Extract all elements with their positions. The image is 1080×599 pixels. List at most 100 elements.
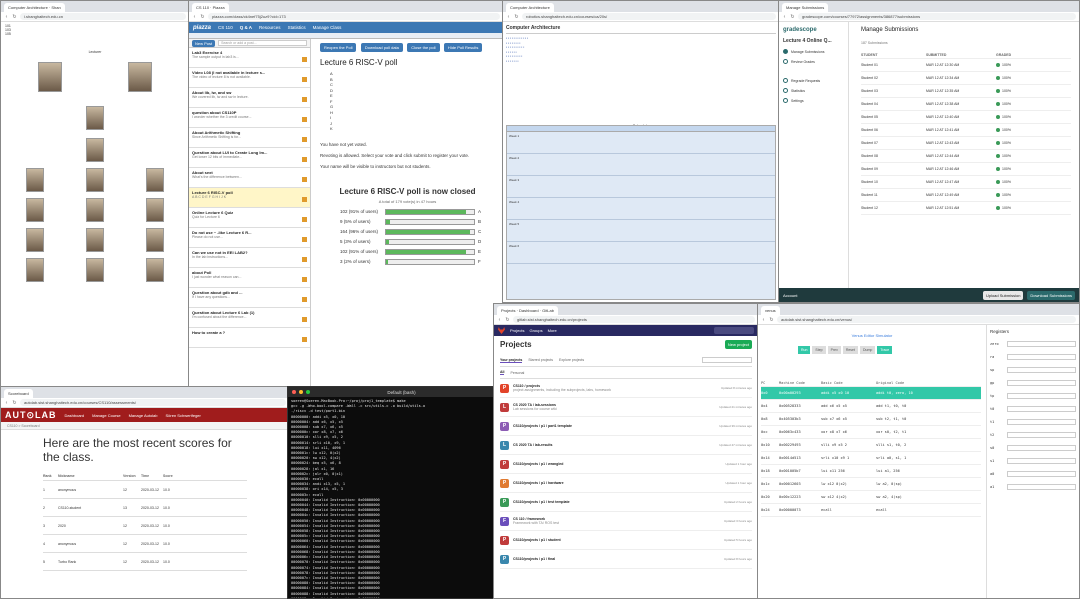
register-value-input[interactable] [1007,353,1076,360]
autolab-logo[interactable]: AUT⊙LAB [5,410,57,421]
register-value-input[interactable] [1007,379,1076,386]
url-field[interactable]: robotics.shanghaitech.edu.cn/courses/ca/… [522,13,776,20]
tab-all[interactable]: All [500,370,505,375]
venus-nav[interactable]: Venus Editor Simulator [758,325,986,338]
project-row[interactable]: P CS110 / projects project assignments, in… [500,379,752,398]
register-value-input[interactable] [1007,470,1076,477]
browser-tab[interactable]: Computer Architecture · Shan [4,3,65,12]
hide-results-button[interactable]: Hide Poll Results [443,43,483,52]
project-row[interactable]: P CS110/projects / p1 / hardware Updated 1… [500,474,752,493]
upload-submission-button[interactable]: Upload Submission [982,290,1024,300]
table-row[interactable]: Student 02 MAR 12 AT 12:34 AM 100% [861,72,1071,85]
post-item[interactable]: Do not use ~ -like Lecture 6 R... Please … [189,228,310,248]
browser-tab[interactable]: Manage Submissions [782,3,829,12]
project-name[interactable]: CS110/projects / p1 / part1 template [513,424,572,428]
student-name[interactable]: Student 03 [861,89,926,93]
url-field[interactable]: i.shanghaitech.edu.cn [20,13,186,20]
post-item[interactable]: Video L08 (I not available in lecture s.… [189,68,310,88]
new-post-button[interactable]: New Post [192,39,216,47]
instruction-row[interactable]: 0x8 0x405303b3 sub x7 x6 x5 sub t2, t1, t0 [761,413,981,426]
post-item[interactable]: How to create a ? [189,328,310,348]
nav-qa[interactable]: Q & A [240,25,252,30]
search-input[interactable] [714,327,754,334]
maximize-icon[interactable] [306,390,310,394]
back-icon[interactable]: ‹ [4,400,9,406]
table-row[interactable]: Student 04 MAR 12 AT 12:38 AM 100% [861,98,1071,111]
project-name[interactable]: CS110/projects / p1 / final [513,557,555,561]
post-item[interactable]: About lib, lw, and sw We covered lib, lw … [189,88,310,108]
student-name[interactable]: Student 11 [861,193,926,197]
project-row[interactable]: P CS110/projects / p1 / wrangled Updated 1… [500,455,752,474]
register-value-input[interactable] [1007,392,1076,399]
back-icon[interactable]: ‹ [192,14,197,20]
post-item[interactable]: Lab3 Exercise 4 The sample output in lab3… [189,48,310,68]
nav-resources[interactable]: Resources [259,25,281,30]
table-row[interactable]: Student 09 MAR 12 AT 12:46 AM 100% [861,163,1071,176]
table-row[interactable]: Student 08 MAR 12 AT 12:44 AM 100% [861,150,1071,163]
tab-starred-projects[interactable]: Starred projects [528,358,553,362]
browser-tab[interactable]: venus [761,306,780,315]
browser-tab[interactable]: Projects · Dashboard · GitLab [497,306,558,315]
student-name[interactable]: Student 08 [861,154,926,158]
url-field[interactable]: gitlab.sist.shanghaitech.edu.cn/projects [513,316,755,323]
post-item[interactable]: about Poll I just wonder what reason can.… [189,268,310,288]
table-row[interactable]: Student 10 MAR 12 AT 12:47 AM 100% [861,176,1071,189]
post-item[interactable]: Lecture 6 RISC-V poll A B C D E F G H I J… [189,188,310,208]
instruction-row[interactable]: 0x18 0x001005b7 lui x11 256 lui a1, 256 [761,465,981,478]
table-row[interactable]: Student 07 MAR 12 AT 12:43 AM 100% [861,137,1071,150]
nav-review-grades[interactable]: Review Grades [783,59,844,64]
reload-icon[interactable]: ↻ [790,14,795,20]
register-value-input[interactable] [1007,444,1076,451]
nav-manage-submissions[interactable]: Manage Submissions [783,49,844,54]
student-name[interactable]: Student 09 [861,167,926,171]
close-poll-button[interactable]: Close the poll [407,43,440,52]
back-icon[interactable]: ‹ [506,14,511,20]
reopen-poll-button[interactable]: Reopen the Poll [320,43,357,52]
piazza-logo[interactable]: piazza [193,25,211,31]
reload-icon[interactable]: ↻ [200,14,205,20]
student-name[interactable]: Student 10 [861,180,926,184]
student-name[interactable]: Student 06 [861,128,926,132]
project-row[interactable]: P CS110/projects / p1 / part1 template Upd… [500,417,752,436]
post-item[interactable]: question about CS110P I wonder whether th… [189,108,310,128]
course-name[interactable]: CS 110 [218,25,233,30]
instruction-row[interactable]: 0x1c 0x00012603 lw x12 0(x2) lw a2, 0(sp) [761,478,981,491]
browser-tab[interactable]: Scoreboard [4,389,33,398]
register-value-input[interactable] [1007,340,1076,347]
register-value-input[interactable] [1007,431,1076,438]
project-row[interactable]: P CS110/projects / p1 / final Updated 8 ho… [500,550,752,569]
tab-personal[interactable]: Personal [510,371,524,375]
back-icon[interactable]: ‹ [497,317,502,323]
project-name[interactable]: CS110/projects / p1 / student [513,538,561,542]
register-value-input[interactable] [1007,418,1076,425]
reset-button[interactable]: Reset [842,346,858,354]
reload-icon[interactable]: ↻ [514,14,519,20]
table-row[interactable]: Student 03 MAR 12 AT 12:35 AM 100% [861,85,1071,98]
register-value-input[interactable] [1007,457,1076,464]
reload-icon[interactable]: ↻ [769,317,774,323]
nav-projects[interactable]: Projects [510,328,524,333]
instruction-row[interactable]: 0xc 0x0063c433 xor x8 x7 x6 xor s0, t2, t1 [761,426,981,439]
instruction-row[interactable]: 0x0 0x00a00293 addi x5 x0 10 addi t0, zero,… [761,387,981,400]
reload-icon[interactable]: ↻ [12,400,17,406]
download-poll-button[interactable]: Download poll data [360,43,403,52]
nav-settings[interactable]: Settings [783,98,844,103]
student-name[interactable]: Student 05 [861,115,926,119]
post-item[interactable]: About Arithmetic Shifting Since Arithmeti… [189,128,310,148]
register-value-input[interactable] [1007,366,1076,373]
project-row[interactable]: P CS110/projects / p1 / test template Upda… [500,493,752,512]
download-submissions-button[interactable]: Download Submissions [1027,290,1075,300]
poll-option[interactable]: K [330,126,495,132]
table-row[interactable]: Student 12 MAR 12 AT 12:51 AM 100% [861,202,1071,215]
student-name[interactable]: Student 04 [861,102,926,106]
search-input[interactable]: Search or add a post... [218,40,307,46]
url-field[interactable]: gradescope.com/courses/77972/assignments… [798,13,1076,20]
url-field[interactable]: piazza.com/class/ck4nef75j2uz9?cid=173 [208,13,500,20]
post-item[interactable]: Question about LUI to Create Long Im... G… [189,148,310,168]
reload-icon[interactable]: ↻ [505,317,510,323]
dump-button[interactable]: Dump [859,346,876,354]
table-row[interactable]: Student 01 MAR 12 AT 12:30 AM 100% [861,59,1071,72]
nav-statistics[interactable]: Statistics [288,25,306,30]
run-button[interactable]: Run [798,346,811,354]
project-row[interactable]: L CS 2020 TA / lab-results Updated 47 minu… [500,436,752,455]
